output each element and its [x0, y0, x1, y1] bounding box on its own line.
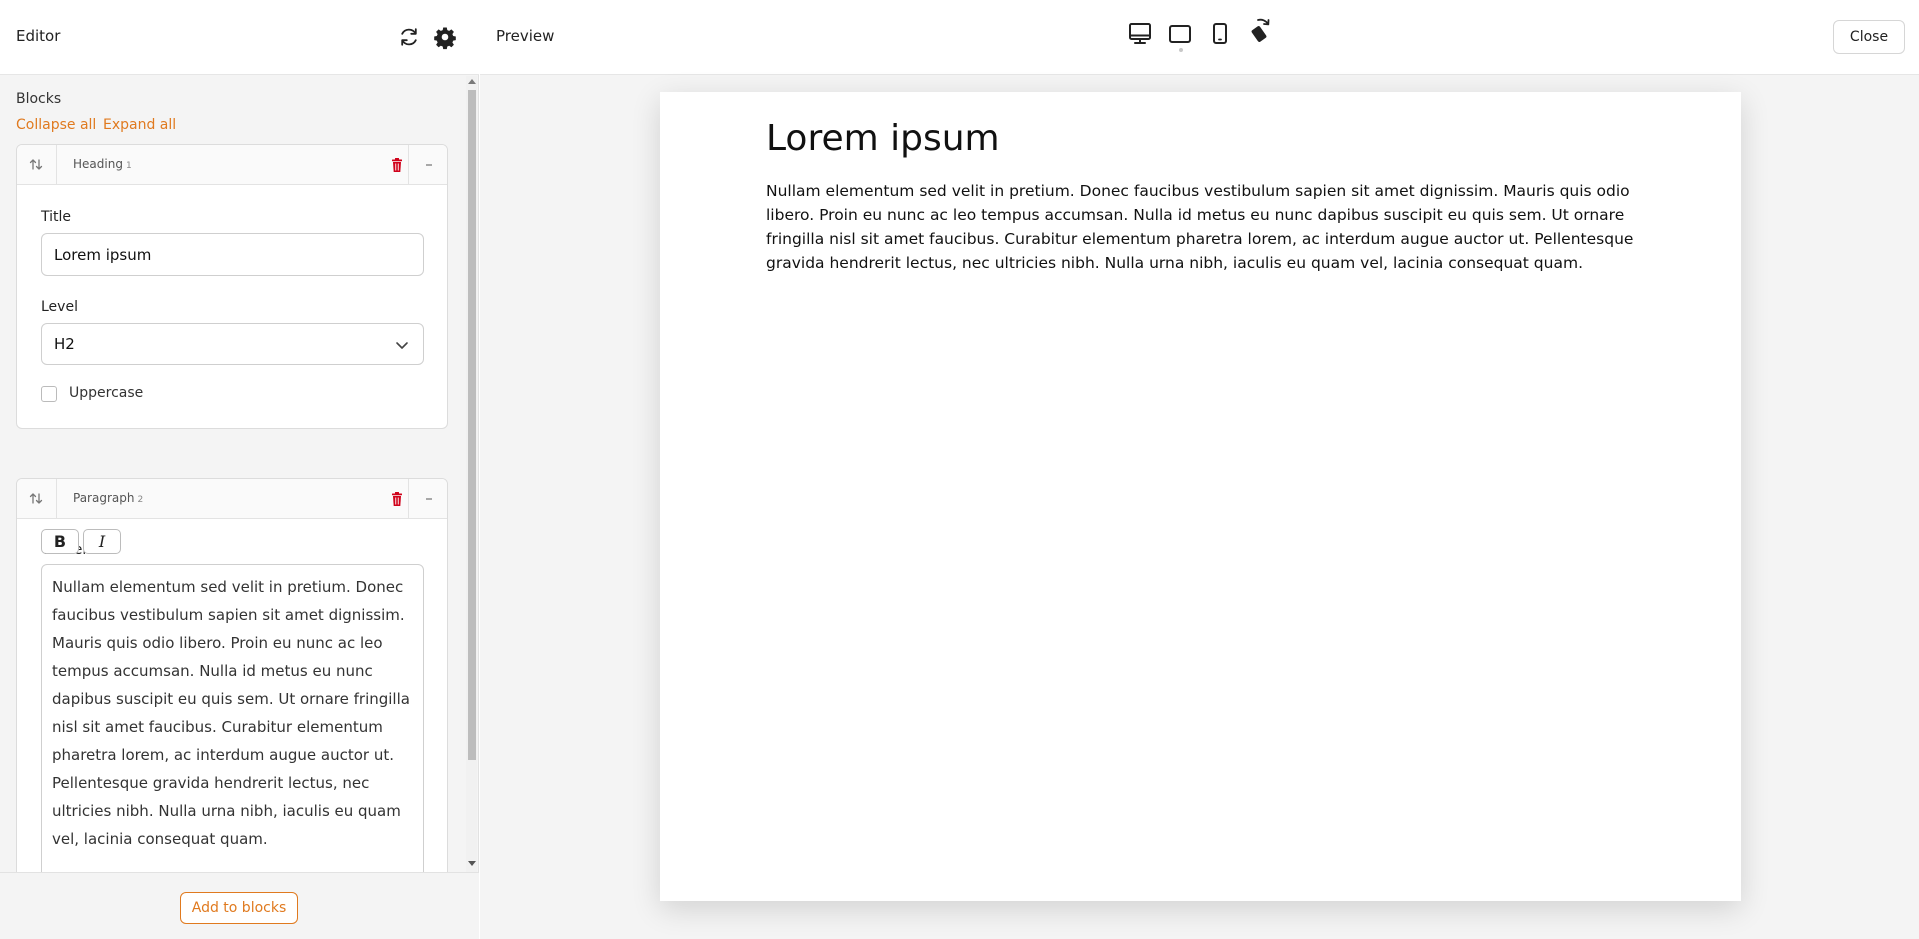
- active-device-indicator: [1179, 48, 1183, 52]
- chevron-down-icon: [394, 337, 410, 353]
- desktop-icon[interactable]: [1124, 18, 1156, 50]
- sort-arrows-icon[interactable]: [17, 479, 57, 519]
- uppercase-checkbox[interactable]: [41, 386, 57, 402]
- scrollbar-thumb[interactable]: [468, 90, 476, 760]
- scroll-up-icon[interactable]: [468, 79, 476, 84]
- preview-heading: Lorem ipsum: [766, 118, 1000, 159]
- expand-all-button[interactable]: Expand all: [103, 117, 176, 133]
- heading-block: Heading1 Title Level H2: [16, 144, 448, 429]
- uppercase-label[interactable]: Uppercase: [69, 385, 143, 401]
- preview-panel: Preview Close Lorem ipsum Nullam element…: [480, 0, 1919, 939]
- block-type: Paragraph: [73, 491, 135, 505]
- tablet-icon[interactable]: [1164, 18, 1196, 50]
- blocks-label: Blocks: [16, 91, 62, 107]
- collapse-all-button[interactable]: Collapse all: [16, 117, 96, 133]
- italic-icon: I: [98, 532, 106, 551]
- bold-button[interactable]: B: [41, 529, 79, 554]
- paragraph-block: Paragraph2 Content B I Nullam eleme: [16, 478, 448, 872]
- block-type: Heading: [73, 157, 123, 171]
- bold-icon: B: [53, 532, 67, 551]
- minus-icon[interactable]: [408, 479, 447, 519]
- level-select[interactable]: H2: [41, 323, 424, 365]
- block-header: Heading 1: [17, 145, 447, 185]
- gear-icon[interactable]: [432, 24, 458, 50]
- level-select-value: H2: [54, 335, 75, 353]
- mobile-icon[interactable]: [1204, 18, 1236, 50]
- level-label: Level: [41, 299, 78, 315]
- title-input[interactable]: [41, 233, 424, 276]
- rotate-icon[interactable]: [1244, 14, 1276, 46]
- editor-panel: Editor Blocks Collapse all Expand all He…: [0, 0, 479, 939]
- italic-button[interactable]: I: [83, 529, 121, 554]
- block-title: Paragraph 2: [73, 491, 143, 505]
- preview-page: Lorem ipsum Nullam elementum sed velit i…: [660, 92, 1741, 901]
- close-button[interactable]: Close: [1833, 20, 1905, 54]
- editor-title: Editor: [16, 27, 61, 45]
- scroll-down-icon[interactable]: [468, 861, 476, 866]
- block-title: Heading 1: [73, 157, 132, 171]
- block-number: 1: [125, 161, 132, 171]
- editor-header: Editor: [0, 0, 479, 75]
- block-number: 2: [137, 495, 144, 505]
- title-label: Title: [41, 209, 72, 225]
- preview-paragraph: Nullam elementum sed velit in pretium. D…: [766, 182, 1634, 272]
- refresh-icon[interactable]: [396, 24, 422, 50]
- preview-title: Preview: [496, 27, 555, 45]
- editor-footer: Add to blocks: [0, 872, 479, 939]
- blocks-scroll-area[interactable]: Blocks Collapse all Expand all Heading1: [0, 76, 465, 872]
- editor-scrollbar[interactable]: [466, 76, 477, 872]
- sort-arrows-icon[interactable]: [17, 145, 57, 185]
- add-to-blocks-button[interactable]: Add to blocks: [180, 892, 298, 924]
- minus-icon[interactable]: [408, 145, 447, 185]
- preview-header: Preview Close: [480, 0, 1919, 75]
- content-editor[interactable]: Nullam elementum sed velit in pretium. D…: [41, 564, 424, 872]
- block-header: Paragraph 2: [17, 479, 447, 519]
